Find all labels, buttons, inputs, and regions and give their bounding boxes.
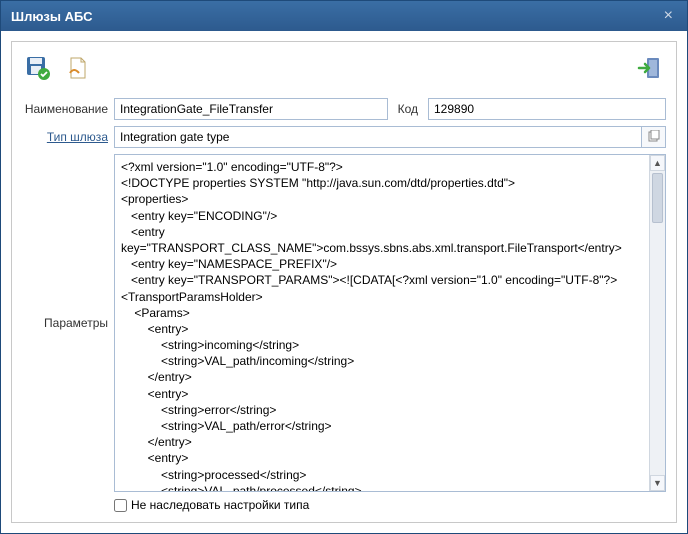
titlebar: Шлюзы АБС × xyxy=(1,1,687,31)
inner-panel: Наименование Код Тип шлюза Integration g… xyxy=(11,41,677,523)
row-params: Параметры ▲ ▼ xyxy=(22,154,666,492)
code-input[interactable] xyxy=(428,98,666,120)
scroll-thumb[interactable] xyxy=(652,173,663,223)
dialog-window: Шлюзы АБС × xyxy=(0,0,688,534)
name-input[interactable] xyxy=(114,98,388,120)
type-display[interactable]: Integration gate type xyxy=(114,126,642,148)
exit-button[interactable] xyxy=(634,52,666,84)
copy-icon xyxy=(647,130,661,144)
params-box: ▲ ▼ xyxy=(114,154,666,492)
document-icon xyxy=(65,55,91,81)
document-button[interactable] xyxy=(62,52,94,84)
scroll-up-button[interactable]: ▲ xyxy=(650,155,665,171)
close-icon[interactable]: × xyxy=(660,7,677,25)
toolbar xyxy=(22,52,666,84)
params-label: Параметры xyxy=(44,316,108,330)
row-name-code: Наименование Код xyxy=(22,98,666,120)
row-type: Тип шлюза Integration gate type xyxy=(22,126,666,148)
dont-inherit-label: Не наследовать настройки типа xyxy=(131,498,309,512)
save-ok-icon xyxy=(25,55,51,81)
window-title: Шлюзы АБС xyxy=(11,9,93,24)
exit-icon xyxy=(637,55,663,81)
save-button[interactable] xyxy=(22,52,54,84)
content-area: Наименование Код Тип шлюза Integration g… xyxy=(1,31,687,533)
row-inherit: Не наследовать настройки типа xyxy=(22,498,666,512)
scroll-down-button[interactable]: ▼ xyxy=(650,475,665,491)
code-label: Код xyxy=(394,102,422,116)
vertical-scrollbar[interactable]: ▲ ▼ xyxy=(649,155,665,491)
name-label: Наименование xyxy=(22,102,108,116)
type-lookup-button[interactable] xyxy=(642,126,666,148)
params-textarea[interactable] xyxy=(115,155,649,491)
dont-inherit-checkbox[interactable] xyxy=(114,499,127,512)
type-label[interactable]: Тип шлюза xyxy=(22,130,108,144)
